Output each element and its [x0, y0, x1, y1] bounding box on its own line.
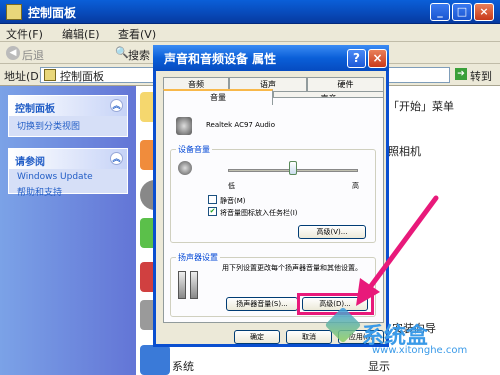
tab-volume[interactable]: 音量: [163, 89, 273, 105]
watermark-url: www.xitonghe.com: [372, 345, 468, 356]
